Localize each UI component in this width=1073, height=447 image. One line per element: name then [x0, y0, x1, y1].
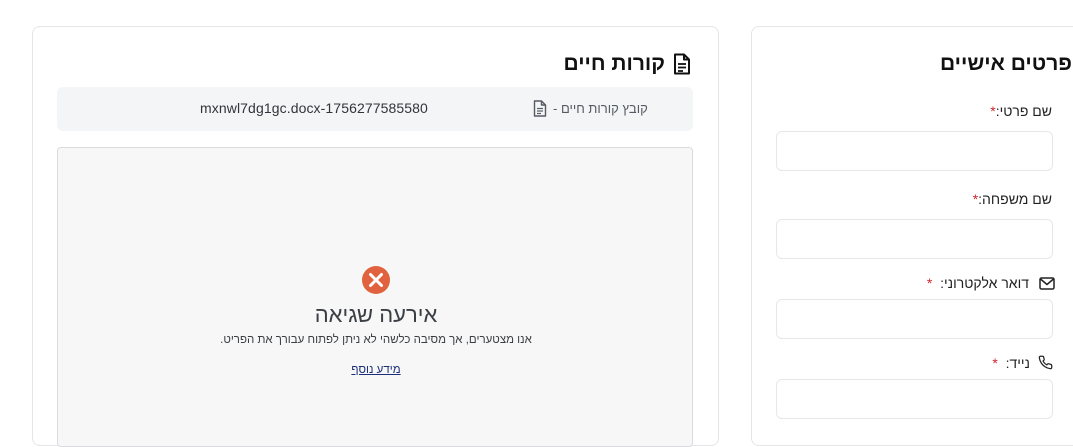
- error-message: .אנו מצטערים, אך מסיבה כלשהי לא ניתן לפת…: [220, 334, 532, 346]
- email-label-text: דואר אלקטרוני:: [940, 275, 1029, 291]
- document-preview: אירעה שגיאה .אנו מצטערים, אך מסיבה כלשהי…: [57, 147, 693, 447]
- mobile-input[interactable]: [776, 379, 1053, 419]
- required-mark: *: [926, 275, 933, 291]
- document-icon: [533, 100, 547, 122]
- last-name-label-text: שם משפחה:: [978, 191, 1052, 207]
- personal-title: פרטים אישיים: [939, 52, 1072, 75]
- last-name-label: שם משפחה:*: [973, 191, 1052, 207]
- more-info-link[interactable]: מידע נוסף: [58, 364, 694, 376]
- phone-icon: [1038, 355, 1053, 375]
- resume-title-text: קורות חיים: [563, 52, 666, 75]
- email-input[interactable]: [776, 299, 1053, 339]
- first-name-input[interactable]: [776, 131, 1053, 171]
- last-name-input[interactable]: [776, 219, 1053, 259]
- file-label: קובץ קורות חיים -: [553, 101, 648, 116]
- error-title: אירעה שגיאה: [314, 302, 438, 327]
- email-label: דואר אלקטרוני: *: [927, 275, 1029, 291]
- resume-title: קורות חיים: [551, 52, 691, 78]
- first-name-label: שם פרטי:*: [990, 103, 1052, 119]
- mobile-label-text: נייד:: [1005, 355, 1030, 371]
- error-circle-x-icon: [362, 266, 390, 299]
- mobile-label: נייד: *: [992, 355, 1030, 371]
- mail-icon: [1039, 277, 1055, 295]
- first-name-label-text: שם פרטי:: [995, 103, 1052, 119]
- resume-file-bar[interactable]: קובץ קורות חיים - mxnwl7dg1gc.docx-17562…: [57, 87, 693, 131]
- file-name: mxnwl7dg1gc.docx-1756277585580: [200, 100, 428, 116]
- required-mark: *: [992, 355, 998, 371]
- personal-details-card: פרטים אישיים שם פרטי:* שם משפחה:* דואר א…: [751, 26, 1073, 446]
- resume-card: קורות חיים קובץ קורות חיים - mxnwl7dg1gc…: [32, 26, 719, 447]
- document-icon: [673, 53, 691, 81]
